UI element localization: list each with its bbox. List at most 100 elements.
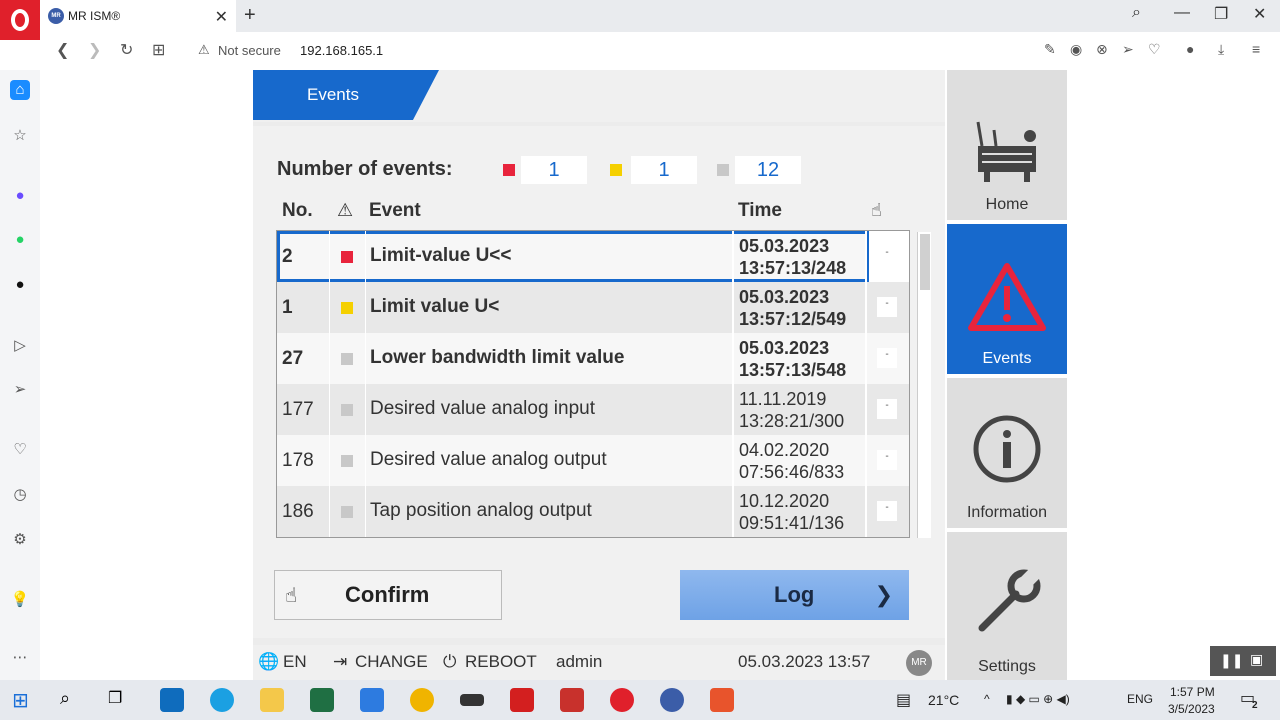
table-row[interactable]: 27 Lower bandwidth limit value 05.03.2023 1… — [277, 333, 909, 384]
player-icon[interactable]: ▷ — [10, 336, 30, 356]
tiktok-icon[interactable]: ● — [10, 275, 30, 295]
table-row[interactable]: 1 Limit value U< 05.03.2023 13:57:12/549 - — [277, 282, 909, 333]
back-icon[interactable]: ❮ — [56, 40, 69, 60]
hand-pointer-icon: ☝ — [285, 585, 298, 607]
row-separator — [365, 333, 366, 384]
download-icon[interactable]: ⤓ — [1218, 41, 1224, 58]
globe-icon[interactable]: 🌐 — [258, 652, 279, 672]
language-button[interactable]: EN — [283, 652, 307, 672]
heart-icon[interactable]: ♡ — [1148, 41, 1161, 58]
security-label[interactable]: Not secure — [218, 43, 281, 58]
outlook-icon[interactable] — [160, 688, 184, 712]
chrome-icon[interactable] — [410, 688, 434, 712]
more-icon[interactable]: ⋯ — [10, 648, 30, 668]
table-row[interactable]: 177 Desired value analog input 11.11.2019 1… — [277, 384, 909, 435]
tray-icons[interactable]: ▮ ◆ ▭ ⊕ ◀) — [1006, 692, 1070, 706]
reboot-button[interactable]: REBOOT — [465, 652, 537, 672]
pinboard-icon[interactable]: ☆ — [10, 126, 30, 146]
app-icon[interactable] — [560, 688, 584, 712]
acknowledge-button[interactable]: - — [877, 246, 897, 266]
acknowledge-button[interactable]: - — [877, 501, 897, 521]
messenger-icon[interactable]: ● — [10, 186, 30, 206]
menu-icon[interactable]: ≡ — [1252, 41, 1260, 57]
tab-grid-icon[interactable]: ⊞ — [152, 40, 165, 60]
device-icon[interactable] — [460, 694, 484, 706]
change-button[interactable]: CHANGE — [355, 652, 428, 672]
acknowledge-button[interactable]: - — [877, 297, 897, 317]
profile-icon[interactable]: ● — [1186, 41, 1194, 57]
severity-square-icon — [341, 404, 353, 416]
forward-icon[interactable]: ❯ — [88, 40, 101, 60]
tips-icon[interactable]: 💡 — [10, 590, 30, 610]
nav-events[interactable]: Events — [947, 224, 1067, 374]
opera-taskbar-icon[interactable] — [610, 688, 634, 712]
acknowledge-button[interactable]: - — [877, 450, 897, 470]
temperature[interactable]: 21°C — [928, 692, 959, 708]
url-field[interactable]: 192.168.165.1 — [300, 43, 383, 58]
scrollbar-thumb[interactable] — [920, 234, 930, 290]
search-icon[interactable]: ⌕ — [60, 688, 84, 712]
pause-icon[interactable]: ❚❚ — [1220, 652, 1243, 669]
send-icon[interactable]: ➢ — [1122, 41, 1134, 58]
row-separator — [865, 435, 867, 486]
history-icon[interactable]: ◷ — [10, 485, 30, 505]
tab-title: MR ISM® — [68, 9, 121, 23]
reload-icon[interactable]: ↻ — [120, 40, 133, 60]
file-explorer-icon[interactable] — [260, 688, 284, 712]
task-view-icon[interactable]: ❐ — [108, 688, 132, 712]
language-indicator[interactable]: ENG — [1127, 692, 1153, 706]
table-row[interactable]: 2 Limit-value U<< 05.03.2023 13:57:13/248 - — [277, 231, 897, 282]
change-icon[interactable]: ⇥ — [333, 652, 347, 672]
acknowledge-button[interactable]: - — [877, 399, 897, 419]
events-table: 2 Limit-value U<< 05.03.2023 13:57:13/248-1… — [276, 230, 910, 538]
row-separator — [732, 333, 734, 384]
screen-icon[interactable]: ▣ — [1250, 651, 1263, 668]
edit-icon[interactable]: ✎ — [1044, 41, 1056, 58]
weather-icon[interactable]: ▤ — [896, 690, 911, 710]
hmi-header: Events — [253, 70, 945, 122]
adblock-icon[interactable]: ⊗ — [1096, 41, 1108, 58]
number-of-events-label: Number of events: — [277, 158, 453, 180]
acknowledge-button[interactable]: - — [877, 348, 897, 368]
windows-start-icon[interactable]: ⊞ — [12, 688, 36, 712]
row-separator — [732, 486, 734, 537]
close-tab-icon[interactable]: ✕ — [215, 7, 228, 27]
app2-icon[interactable] — [710, 688, 734, 712]
edge-icon[interactable] — [210, 688, 234, 712]
nav-settings[interactable]: Settings — [947, 532, 1067, 682]
tray-chevron-icon[interactable]: ^ — [984, 692, 990, 706]
scrollbar[interactable] — [917, 232, 931, 538]
nav-home[interactable]: Home — [947, 70, 1067, 220]
home-icon[interactable]: ⌂ — [10, 80, 30, 100]
clock-date[interactable]: 3/5/2023 — [1168, 702, 1215, 716]
table-row[interactable]: 186 Tap position analog output 10.12.2020 0… — [277, 486, 909, 537]
nav-information[interactable]: Information — [947, 378, 1067, 528]
flow-icon[interactable]: ➢ — [10, 380, 30, 400]
mr-app-icon[interactable] — [660, 688, 684, 712]
event-date: 05.03.2023 — [739, 287, 830, 307]
new-tab-button[interactable]: + — [244, 4, 256, 27]
transformer-icon — [976, 121, 1036, 182]
event-text: Lower bandwidth limit value — [370, 347, 625, 368]
search-tabs-icon[interactable]: ⌕ — [1132, 4, 1141, 22]
settings-icon[interactable]: ⚙ — [10, 530, 30, 550]
browser-tab[interactable]: MR MR ISM® ✕ — [40, 0, 236, 32]
log-button[interactable]: Log ❯ — [680, 570, 909, 620]
warning-icon[interactable]: ⚠ — [198, 42, 210, 58]
power-icon[interactable]: ⏻ — [443, 652, 456, 672]
confirm-button[interactable]: ☝ Confirm — [274, 570, 502, 620]
table-row[interactable]: 178 Desired value analog output 04.02.2020… — [277, 435, 909, 486]
whatsapp-icon[interactable]: ● — [10, 230, 30, 250]
store-icon[interactable] — [360, 688, 384, 712]
opera-logo[interactable] — [0, 0, 40, 40]
bookmarks-icon[interactable]: ♡ — [10, 440, 30, 460]
window-close-icon[interactable]: ✕ — [1253, 4, 1266, 24]
acrobat-icon[interactable] — [510, 688, 534, 712]
camera-icon[interactable]: ◉ — [1070, 41, 1082, 58]
terminal-icon[interactable] — [310, 688, 334, 712]
minimize-icon[interactable]: — — [1174, 4, 1190, 22]
warning-triangle-icon — [968, 263, 1046, 331]
restore-icon[interactable]: ❐ — [1214, 4, 1228, 24]
clock-time[interactable]: 1:57 PM — [1170, 685, 1215, 699]
opera-sidebar: ⌂ ☆ ● ● ● ▷ ➢ ♡ ◷ ⚙ 💡 ⋯ — [0, 70, 40, 680]
